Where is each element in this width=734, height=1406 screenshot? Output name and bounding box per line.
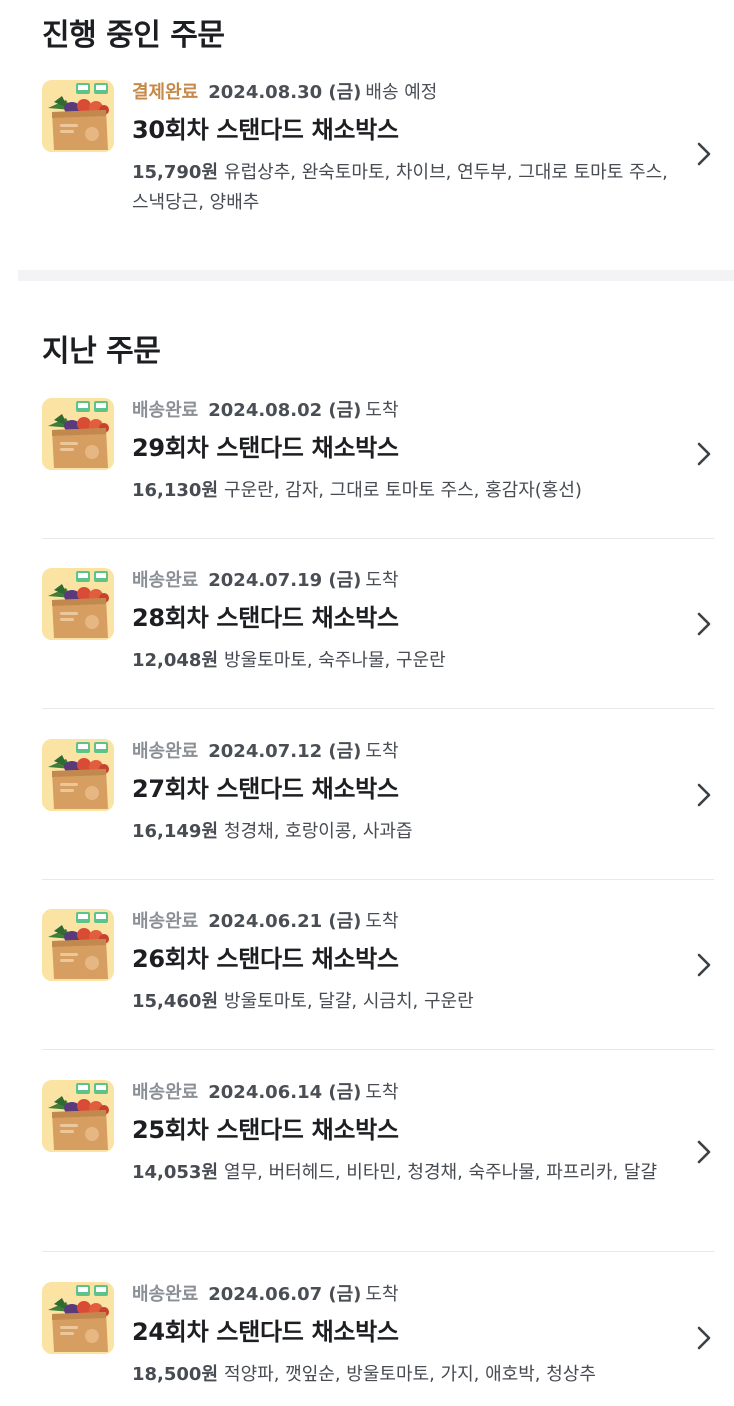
past-order-item[interactable]: 배송완료 2024.07.12 (금) 도착 27회차 스탠다드 채소박스 16,1… [42,739,714,880]
order-summary: 12,048원 방울토마토, 숙주나물, 구운란 [132,646,672,676]
order-name: 25회차 스탠다드 채소박스 [132,1116,399,1144]
order-name: 30회차 스탠다드 채소박스 [132,116,399,144]
vegetable-box-icon [42,398,114,470]
vegetable-box-icon [42,80,114,152]
order-date: 2024.07.19 (금) [208,570,362,591]
order-price: 16,149원 [132,821,219,842]
order-items: 구운란, 감자, 그대로 토마토 주스, 홍감자(홍선) [224,480,582,501]
chevron-right-icon [694,951,714,979]
order-date-suffix: 도착 [365,1082,399,1103]
vegetable-box-icon [42,1282,114,1354]
section-divider [18,270,734,281]
order-price: 18,500원 [132,1364,219,1385]
order-meta: 배송완료 2024.06.14 (금) 도착 [132,1080,399,1106]
order-summary: 16,130원 구운란, 감자, 그대로 토마토 주스, 홍감자(홍선) [132,476,672,506]
order-date: 2024.08.02 (금) [208,400,362,421]
order-items: 적양파, 깻잎순, 방울토마토, 가지, 애호박, 청상추 [224,1364,596,1385]
order-meta: 결제완료 2024.08.30 (금) 배송 예정 [132,80,437,106]
order-date: 2024.06.07 (금) [208,1284,362,1305]
order-name: 26회차 스탠다드 채소박스 [132,945,399,973]
vegetable-box-icon [42,909,114,981]
past-order-item[interactable]: 배송완료 2024.06.07 (금) 도착 24회차 스탠다드 채소박스 18,5… [42,1282,714,1402]
past-order-item[interactable]: 배송완료 2024.07.19 (금) 도착 28회차 스탠다드 채소박스 12,0… [42,568,714,709]
order-status: 배송완료 [132,741,199,762]
vegetable-box-icon [42,568,114,640]
order-summary: 16,149원 청경채, 호랑이콩, 사과즙 [132,817,672,847]
order-date: 2024.08.30 (금) [208,82,362,103]
order-date-suffix: 도착 [365,1284,399,1305]
order-date-suffix: 도착 [365,911,399,932]
order-date-suffix: 배송 예정 [365,82,438,103]
order-price: 14,053원 [132,1162,219,1183]
order-meta: 배송완료 2024.07.19 (금) 도착 [132,568,399,594]
past-order-item[interactable]: 배송완료 2024.08.02 (금) 도착 29회차 스탠다드 채소박스 16,1… [42,398,714,539]
order-meta: 배송완료 2024.06.21 (금) 도착 [132,909,399,935]
order-status: 결제완료 [132,82,199,103]
order-items: 방울토마토, 달걀, 시금치, 구운란 [224,991,474,1012]
order-items: 청경채, 호랑이콩, 사과즙 [224,821,413,842]
order-summary: 14,053원 열무, 버터헤드, 비타민, 청경채, 숙주나물, 파프리카, 달… [132,1158,672,1188]
vegetable-box-icon [42,739,114,811]
order-date: 2024.06.14 (금) [208,1082,362,1103]
chevron-right-icon [694,440,714,468]
order-meta: 배송완료 2024.07.12 (금) 도착 [132,739,399,765]
order-name: 29회차 스탠다드 채소박스 [132,434,399,462]
order-summary: 18,500원 적양파, 깻잎순, 방울토마토, 가지, 애호박, 청상추 [132,1360,672,1390]
order-date-suffix: 도착 [365,400,399,421]
past-order-item[interactable]: 배송완료 2024.06.21 (금) 도착 26회차 스탠다드 채소박스 15,4… [42,909,714,1050]
chevron-right-icon [694,140,714,168]
order-name: 27회차 스탠다드 채소박스 [132,775,399,803]
order-date-suffix: 도착 [365,570,399,591]
order-price: 16,130원 [132,480,219,501]
ongoing-order-item[interactable]: 결제완료 2024.08.30 (금) 배송 예정 30회차 스탠다드 채소박스 1… [42,80,714,230]
order-status: 배송완료 [132,911,199,932]
chevron-right-icon [694,610,714,638]
vegetable-box-icon [42,1080,114,1152]
order-name: 28회차 스탠다드 채소박스 [132,604,399,632]
chevron-right-icon [694,781,714,809]
past-order-item[interactable]: 배송완료 2024.06.14 (금) 도착 25회차 스탠다드 채소박스 14,0… [42,1080,714,1252]
order-price: 15,460원 [132,991,219,1012]
chevron-right-icon [694,1138,714,1166]
order-summary: 15,460원 방울토마토, 달걀, 시금치, 구운란 [132,987,672,1017]
past-orders-title: 지난 주문 [42,334,161,369]
order-date: 2024.06.21 (금) [208,911,362,932]
order-price: 12,048원 [132,650,219,671]
order-meta: 배송완료 2024.08.02 (금) 도착 [132,398,399,424]
order-date: 2024.07.12 (금) [208,741,362,762]
order-date-suffix: 도착 [365,741,399,762]
order-status: 배송완료 [132,1284,199,1305]
order-items: 열무, 버터헤드, 비타민, 청경채, 숙주나물, 파프리카, 달걀 [224,1162,658,1183]
order-meta: 배송완료 2024.06.07 (금) 도착 [132,1282,399,1308]
order-items: 방울토마토, 숙주나물, 구운란 [224,650,446,671]
order-summary: 15,790원 유럽상추, 완숙토마토, 차이브, 연두부, 그대로 토마토 주스… [132,158,672,218]
order-status: 배송완료 [132,1082,199,1103]
order-status: 배송완료 [132,400,199,421]
order-price: 15,790원 [132,162,219,183]
ongoing-orders-title: 진행 중인 주문 [42,18,225,53]
order-status: 배송완료 [132,570,199,591]
chevron-right-icon [694,1324,714,1352]
order-name: 24회차 스탠다드 채소박스 [132,1318,399,1346]
